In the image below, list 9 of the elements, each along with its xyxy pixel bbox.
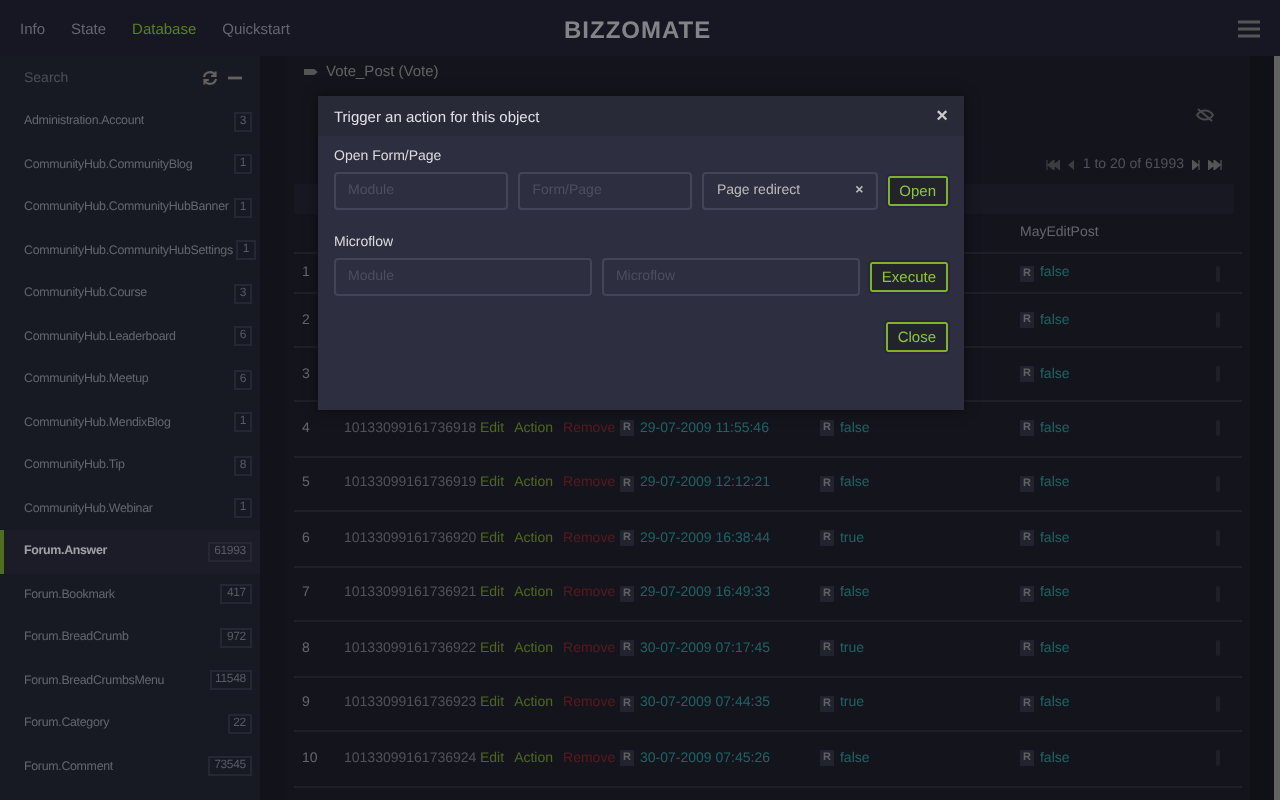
next-page-icon[interactable] — [1192, 159, 1200, 169]
refresh-icon[interactable] — [202, 70, 218, 86]
logo: BIZZOMATE — [564, 16, 712, 44]
previous-page-icon[interactable] — [1068, 159, 1075, 169]
last-page-icon[interactable] — [1208, 159, 1222, 169]
first-page-icon[interactable] — [1046, 159, 1061, 169]
hidden-eye-icon[interactable] — [1196, 107, 1214, 121]
menu-icon[interactable] — [1238, 19, 1260, 37]
close-button[interactable]: × — [936, 105, 948, 127]
